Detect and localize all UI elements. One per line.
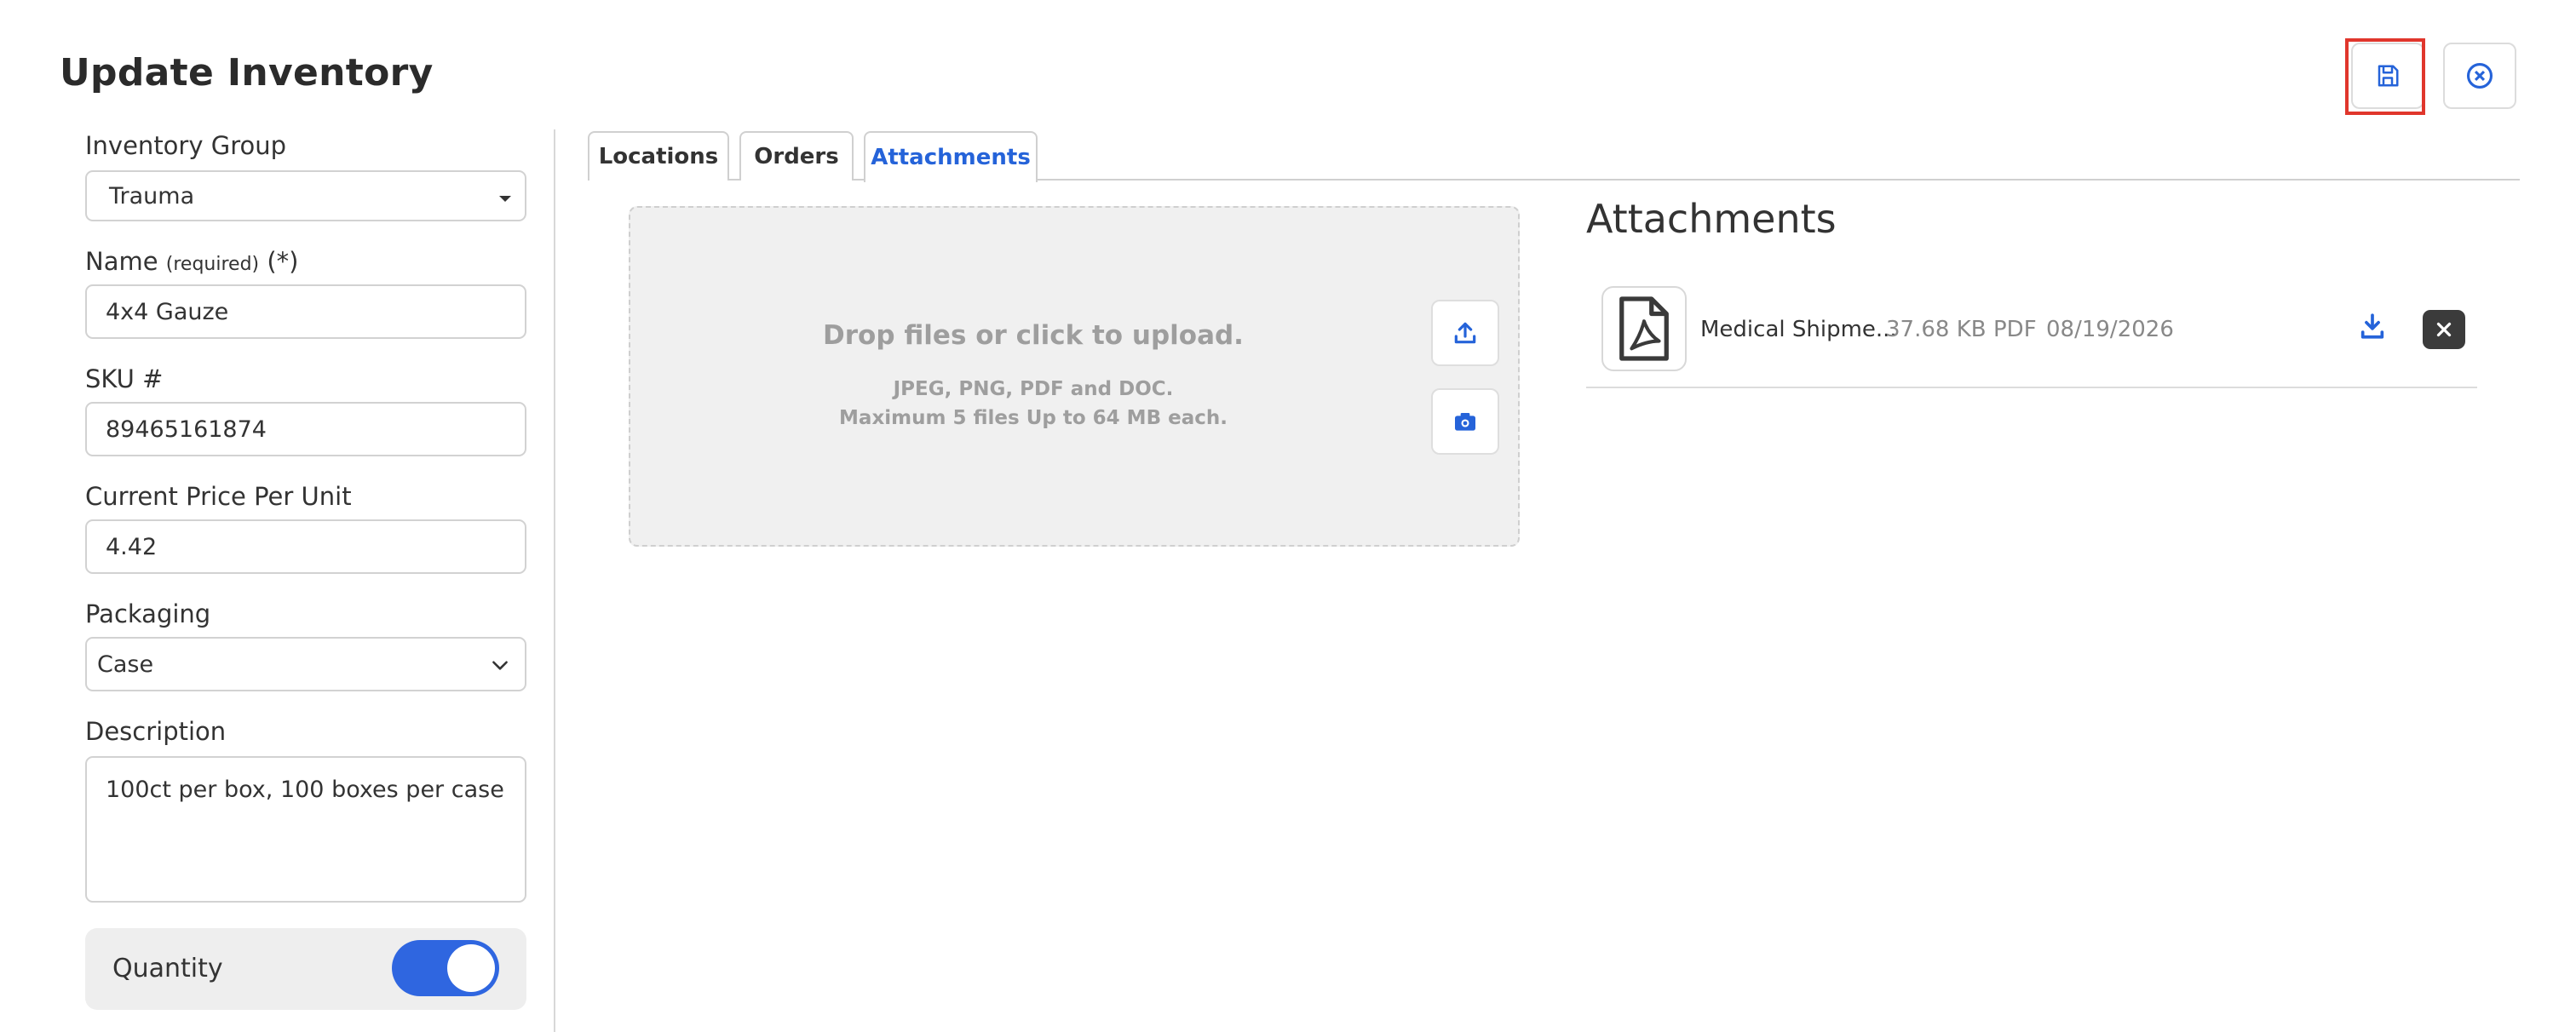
dropzone-title: Drop files or click to upload. bbox=[823, 320, 1244, 351]
price-label: Current Price Per Unit bbox=[85, 482, 352, 511]
camera-icon bbox=[1455, 413, 1475, 431]
attachment-size: 37.68 KB bbox=[1886, 317, 1987, 342]
packaging-value: Case bbox=[97, 651, 154, 678]
save-icon bbox=[2378, 65, 2399, 87]
attachments-title: Attachments bbox=[1586, 196, 1837, 242]
required-mark: (*) bbox=[267, 247, 299, 276]
name-input[interactable]: 4x4 Gauze bbox=[85, 284, 526, 339]
name-label-text: Name bbox=[85, 247, 158, 276]
inventory-group-select[interactable]: Trauma bbox=[85, 170, 526, 221]
inventory-group-label: Inventory Group bbox=[85, 131, 287, 160]
remove-attachment-button[interactable] bbox=[2423, 310, 2465, 349]
camera-button[interactable] bbox=[1431, 388, 1499, 455]
close-button[interactable] bbox=[2443, 43, 2516, 109]
attachment-date: 08/19/2026 bbox=[2046, 317, 2174, 342]
price-input[interactable]: 4.42 bbox=[85, 519, 526, 574]
pdf-file-icon bbox=[1601, 286, 1687, 371]
sku-input[interactable]: 89465161874 bbox=[85, 402, 526, 456]
price-value: 4.42 bbox=[106, 533, 158, 560]
page-title: Update Inventory bbox=[60, 51, 434, 95]
quantity-label: Quantity bbox=[112, 954, 223, 983]
attachment-name[interactable]: Medical Shipme... bbox=[1700, 317, 1897, 342]
dropzone-limits: Maximum 5 files Up to 64 MB each. bbox=[839, 407, 1228, 429]
close-circle-icon bbox=[2466, 62, 2493, 89]
tab-locations[interactable]: Locations bbox=[588, 131, 729, 181]
dropzone-types: JPEG, PNG, PDF and DOC. bbox=[893, 378, 1174, 400]
sku-label: SKU # bbox=[85, 364, 164, 393]
inventory-group-value: Trauma bbox=[109, 182, 195, 209]
description-textarea[interactable]: 100ct per box, 100 boxes per case bbox=[85, 756, 526, 903]
panel-divider bbox=[554, 129, 555, 1032]
attachment-row: Medical Shipme... 37.68 KB PDF 08/19/202… bbox=[1586, 281, 2477, 388]
save-button[interactable] bbox=[2351, 43, 2424, 109]
packaging-select[interactable]: Case bbox=[85, 637, 526, 691]
upload-dropzone[interactable]: Drop files or click to upload. JPEG, PNG… bbox=[629, 206, 1520, 547]
attachment-type: PDF bbox=[1993, 317, 2037, 342]
download-icon[interactable] bbox=[2358, 312, 2387, 341]
description-label: Description bbox=[85, 717, 227, 746]
caret-down-icon bbox=[499, 196, 511, 202]
name-value: 4x4 Gauze bbox=[106, 298, 229, 325]
name-label: Name (required) (*) bbox=[85, 247, 299, 276]
toggle-knob bbox=[447, 944, 495, 992]
chevron-down-icon bbox=[492, 661, 508, 670]
description-value: 100ct per box, 100 boxes per case bbox=[106, 777, 504, 803]
upload-button[interactable] bbox=[1431, 300, 1499, 366]
close-icon bbox=[2436, 322, 2452, 337]
tab-orders[interactable]: Orders bbox=[739, 131, 854, 181]
tab-attachments[interactable]: Attachments bbox=[864, 131, 1038, 182]
required-note: (required) bbox=[165, 254, 260, 275]
quantity-row: Quantity bbox=[85, 928, 526, 1010]
packaging-label: Packaging bbox=[85, 599, 211, 628]
upload-icon bbox=[1454, 322, 1476, 344]
sku-value: 89465161874 bbox=[106, 416, 267, 443]
quantity-toggle[interactable] bbox=[392, 940, 499, 996]
